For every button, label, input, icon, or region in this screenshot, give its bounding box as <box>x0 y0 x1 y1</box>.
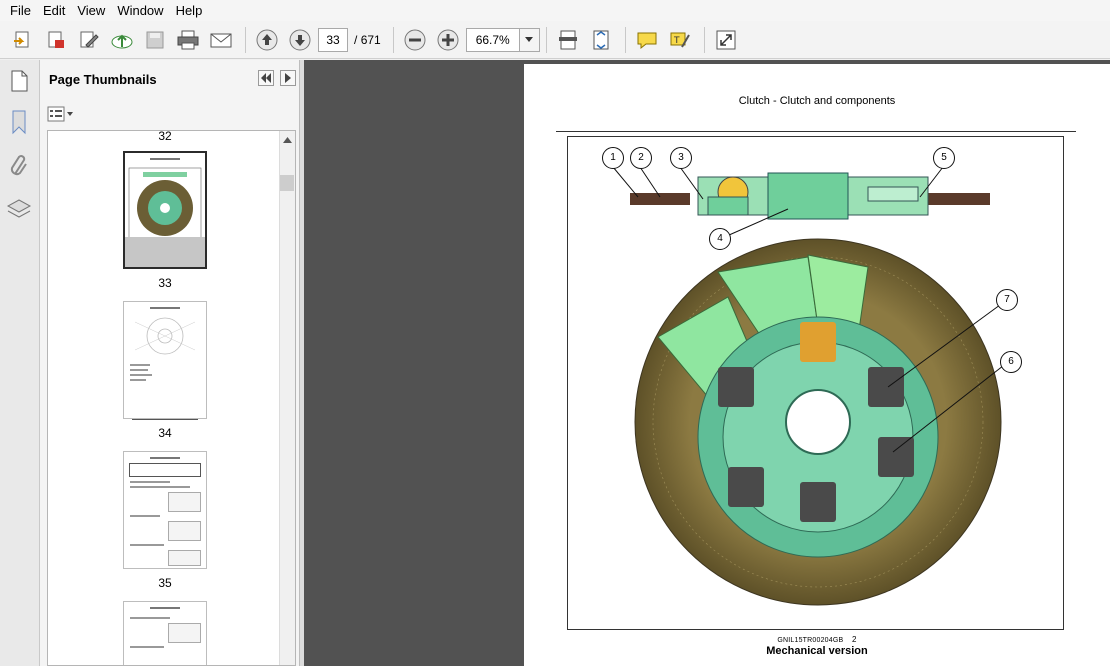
callout-6: 6 <box>1000 351 1022 373</box>
callout-7: 7 <box>996 289 1018 311</box>
print-button[interactable] <box>173 25 203 55</box>
zoom-select[interactable] <box>465 27 540 52</box>
upload-button[interactable] <box>107 25 137 55</box>
highlight-button[interactable]: T <box>665 25 695 55</box>
clutch-cross-section <box>630 172 990 220</box>
menu-window[interactable]: Window <box>111 0 169 21</box>
comment-icon <box>637 32 657 49</box>
callout-2: 2 <box>630 147 652 169</box>
toolbar: / 671 T <box>0 21 1110 59</box>
double-chevron-left-icon <box>261 73 271 83</box>
create-pdf-button[interactable] <box>41 25 71 55</box>
zoom-input[interactable] <box>466 28 519 51</box>
zoom-out-icon <box>404 29 426 50</box>
thumbnail-label-35: 35 <box>158 576 172 590</box>
arrow-up-icon <box>256 29 278 50</box>
page-icon[interactable] <box>6 68 32 97</box>
thumbnail-panel-title: Page Thumbnails <box>49 72 157 87</box>
menu-edit[interactable]: Edit <box>37 0 71 21</box>
email-button[interactable] <box>206 25 236 55</box>
document-page: Clutch - Clutch and components 1 2 3 4 5… <box>524 64 1110 666</box>
layers-icon[interactable] <box>6 196 32 225</box>
previous-page-button[interactable] <box>252 25 282 55</box>
open-file-button[interactable] <box>8 25 38 55</box>
scroll-mode-icon <box>558 30 577 49</box>
header-rule <box>556 131 1076 132</box>
thumbnail-label-34: 34 <box>158 426 172 440</box>
bookmark-icon[interactable] <box>6 108 32 139</box>
page-number-input[interactable] <box>318 27 348 52</box>
menu-bar: File Edit View Window Help <box>0 0 1110 21</box>
figure-caption: Mechanical version <box>766 645 868 657</box>
menu-file[interactable]: File <box>4 0 37 21</box>
chevron-right-icon <box>285 73 291 83</box>
thumbnail-panel: Page Thumbnails 32 33 34 35 <box>40 60 300 666</box>
figure-frame: 1 2 3 4 5 6 7 <box>567 136 1064 630</box>
panel-menu-button[interactable] <box>280 70 296 86</box>
callout-3: 3 <box>670 147 692 169</box>
cloud-upload-icon <box>111 34 133 48</box>
svg-text:T: T <box>673 36 680 46</box>
expand-icon <box>716 30 736 49</box>
toolbar-separator <box>703 26 705 53</box>
zoom-in-button[interactable] <box>433 25 463 55</box>
envelope-icon <box>210 33 232 47</box>
callout-1: 1 <box>602 147 624 169</box>
thumbnail-page-34[interactable] <box>123 301 207 420</box>
clutch-disc-illustration <box>612 166 1009 606</box>
toolbar-separator <box>245 26 246 53</box>
create-pdf-icon <box>48 31 64 48</box>
fit-width-button[interactable] <box>553 25 583 55</box>
figure-code: GNIL15TR00204GB 2 <box>777 635 857 644</box>
toolbar-separator <box>624 26 626 53</box>
menu-help[interactable]: Help <box>170 0 209 21</box>
toolbar-separator <box>545 26 547 53</box>
thumbnail-label-32: 32 <box>158 130 172 143</box>
scrollbar-thumb[interactable] <box>280 175 294 191</box>
options-list-icon <box>47 106 73 122</box>
fit-page-button[interactable] <box>586 25 616 55</box>
callout-4: 4 <box>709 228 731 250</box>
page-header: Clutch - Clutch and components <box>738 95 896 107</box>
full-screen-button[interactable] <box>711 25 741 55</box>
toolbar-separator <box>392 26 394 53</box>
save-button[interactable] <box>140 25 170 55</box>
thumbnail-disc-image <box>128 167 202 241</box>
edit-pencil-icon <box>80 31 99 48</box>
fit-page-icon <box>593 30 609 49</box>
callout-5: 5 <box>933 147 955 169</box>
highlighter-icon: T <box>670 32 690 48</box>
comment-button[interactable] <box>632 25 662 55</box>
document-view[interactable]: Clutch - Clutch and components 1 2 3 4 5… <box>304 60 1110 666</box>
thumbnail-page-33[interactable] <box>123 151 207 269</box>
paperclip-icon[interactable] <box>6 152 32 183</box>
page-count-label: / 671 <box>354 32 381 47</box>
thumbnail-options-button[interactable] <box>47 106 75 122</box>
thumbnail-list[interactable]: 32 33 34 35 <box>47 130 296 666</box>
thumbnail-diagram-image <box>134 317 196 355</box>
menu-view[interactable]: View <box>71 0 111 21</box>
thumbnail-label-33: 33 <box>158 276 172 290</box>
thumbnail-scrollbar[interactable] <box>279 131 295 665</box>
thumbnail-page-35[interactable] <box>123 451 207 569</box>
edit-pdf-button[interactable] <box>74 25 104 55</box>
thumbnail-page-36[interactable] <box>123 601 207 665</box>
collapse-panel-button[interactable] <box>258 70 274 86</box>
navigation-rail <box>0 60 40 666</box>
zoom-out-button[interactable] <box>400 25 430 55</box>
open-file-icon <box>14 31 29 47</box>
clutch-disc <box>634 238 1002 606</box>
arrow-down-icon <box>289 29 311 50</box>
save-icon <box>146 31 164 48</box>
printer-icon <box>177 30 199 49</box>
scroll-up-arrow-icon[interactable] <box>279 131 295 149</box>
next-page-button[interactable] <box>285 25 315 55</box>
chevron-down-icon[interactable] <box>518 28 539 51</box>
zoom-in-icon <box>437 29 459 50</box>
